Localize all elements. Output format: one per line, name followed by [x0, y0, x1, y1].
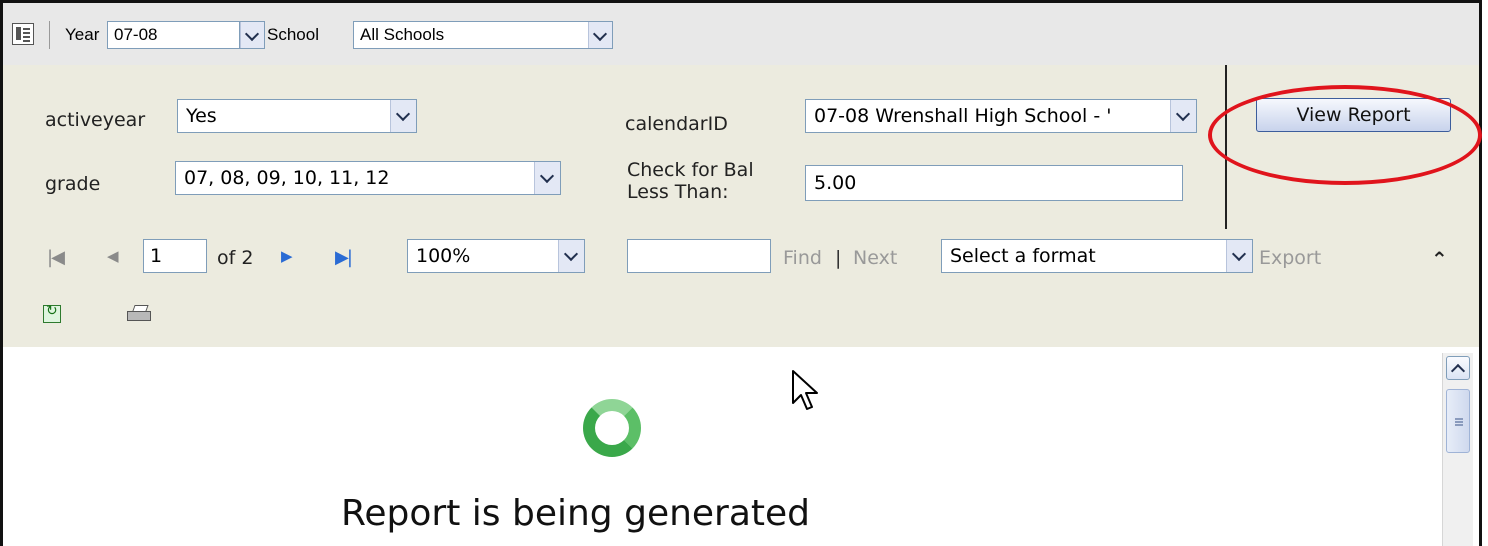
next-link[interactable]: Next [853, 247, 897, 269]
year-select[interactable]: 07-08 [107, 21, 245, 49]
toolbar-divider [49, 21, 50, 49]
scrollbar-thumb[interactable] [1446, 389, 1470, 453]
collapse-parameters-icon[interactable]: ⌃ [1431, 247, 1448, 271]
chevron-down-icon [534, 162, 560, 194]
export-format-select[interactable]: Select a format [941, 239, 1253, 273]
calendarid-select-value: 07-08 Wrenshall High School - ' [814, 105, 1112, 127]
grade-label: grade [45, 173, 101, 195]
report-status-text: Report is being generated [341, 493, 811, 534]
year-label: Year [65, 25, 100, 44]
zoom-select-value: 100% [416, 245, 471, 267]
find-text-input[interactable] [627, 239, 771, 273]
grade-select-value: 07, 08, 09, 10, 11, 12 [184, 167, 390, 189]
params-divider [1225, 65, 1227, 229]
chevron-down-icon [1226, 240, 1252, 272]
vertical-scrollbar[interactable] [1442, 353, 1473, 546]
export-format-value: Select a format [950, 245, 1096, 267]
find-link[interactable]: Find [783, 247, 822, 269]
find-next-separator: | [835, 247, 842, 269]
view-report-button[interactable]: View Report [1256, 98, 1451, 132]
calendarid-select[interactable]: 07-08 Wrenshall High School - ' [805, 99, 1197, 133]
zoom-select[interactable]: 100% [407, 239, 585, 273]
last-page-icon[interactable]: ▶| [335, 247, 353, 268]
year-select-value: 07-08 [114, 25, 158, 44]
school-label: School [267, 25, 319, 44]
page-number-value: 1 [150, 245, 163, 267]
school-select[interactable]: All Schools [353, 21, 613, 49]
previous-page-icon[interactable]: ◀ [107, 247, 119, 265]
calendarid-label: calendarID [625, 113, 728, 135]
balance-label-line1: Check for Bal [627, 159, 754, 181]
top-filter-bar: Year 07-08 School All Schools [3, 3, 1479, 66]
grade-select[interactable]: 07, 08, 09, 10, 11, 12 [175, 161, 561, 195]
next-page-icon[interactable]: ▶ [281, 247, 293, 265]
activeyear-select[interactable]: Yes [177, 99, 417, 133]
print-body-shape [127, 311, 151, 321]
report-parameters-panel: activeyear Yes grade 07, 08, 09, 10, 11,… [3, 65, 1482, 231]
document-map-icon[interactable] [12, 23, 34, 45]
page-number-input[interactable]: 1 [143, 239, 207, 273]
report-viewer-window: Year 07-08 School All Schools activeyear… [0, 0, 1482, 546]
chevron-down-icon [240, 22, 264, 48]
scroll-up-arrow-icon[interactable] [1446, 356, 1470, 380]
balance-threshold-input[interactable]: 5.00 [805, 165, 1183, 201]
report-content-area: Report is being generated [3, 347, 1479, 546]
balance-threshold-value: 5.00 [814, 172, 857, 194]
chevron-down-icon [588, 22, 612, 48]
export-link[interactable]: Export [1259, 247, 1321, 269]
page-count-label: of 2 [217, 247, 254, 269]
activeyear-label: activeyear [45, 109, 146, 131]
year-select-dropdown[interactable] [239, 21, 265, 49]
print-icon[interactable] [127, 305, 153, 323]
school-select-value: All Schools [360, 25, 445, 44]
chevron-down-icon [390, 100, 416, 132]
balance-label-line2: Less Than: [627, 181, 729, 203]
refresh-icon[interactable] [43, 303, 61, 323]
balance-threshold-label: Check for Bal Less Than: [627, 159, 754, 203]
loading-spinner-icon [583, 399, 641, 457]
report-toolbar: |◀ ◀ 1 of 2 ▶ ▶| 100% Find | Next Select… [3, 229, 1479, 349]
activeyear-select-value: Yes [186, 105, 217, 127]
chevron-down-icon [1170, 100, 1196, 132]
first-page-icon[interactable]: |◀ [47, 247, 65, 268]
chevron-down-icon [558, 240, 584, 272]
